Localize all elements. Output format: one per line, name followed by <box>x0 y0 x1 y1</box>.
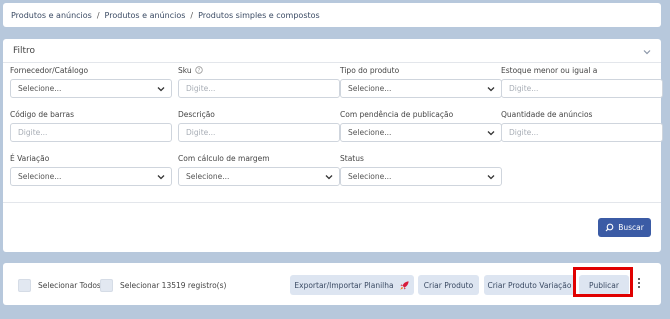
select-value: Selecione... <box>348 128 392 137</box>
create-product-label: Criar Produto <box>423 280 474 290</box>
field-label: Tipo do produto <box>340 65 400 75</box>
status-select[interactable]: Selecione... <box>340 167 502 186</box>
filter-panel: Filtro Fornecedor/Catálogo Selecione... … <box>3 39 663 252</box>
codigo-barras-input[interactable]: Digite... <box>10 123 172 142</box>
field-estoque: Estoque menor ou igual a Digite... <box>501 65 663 98</box>
field-pendencia: Com pendência de publicação Selecione... <box>340 109 502 142</box>
field-calculo-margem: Com cálculo de margem Selecione... <box>178 153 340 186</box>
search-icon <box>605 223 614 232</box>
filter-title: Filtro <box>13 46 36 56</box>
descricao-input[interactable]: Digite... <box>178 123 340 142</box>
input-placeholder: Digite... <box>509 84 539 93</box>
input-placeholder: Digite... <box>186 128 216 137</box>
select-all-checkbox[interactable] <box>18 279 31 292</box>
field-label: Estoque menor ou igual a <box>501 65 598 75</box>
select-value: Selecione... <box>18 172 62 181</box>
select-records-control[interactable]: Selecionar 13519 registro(s) <box>100 279 226 292</box>
select-value: Selecione... <box>18 84 62 93</box>
field-label: Descrição <box>178 109 215 119</box>
field-status: Status Selecione... <box>340 153 502 186</box>
svg-text:?: ? <box>197 68 200 74</box>
breadcrumb-separator: / <box>190 10 194 20</box>
filter-footer-divider <box>3 202 661 203</box>
field-tipo-produto: Tipo do produto Selecione... <box>340 65 502 98</box>
chevron-down-icon <box>157 174 165 179</box>
create-variation-button[interactable]: Criar Produto Variação <box>484 275 575 295</box>
select-value: Selecione... <box>348 172 392 181</box>
field-label: Com pendência de publicação <box>340 109 454 119</box>
breadcrumb: Produtos e anúncios / Produtos e anúncio… <box>3 3 661 27</box>
pendencia-select[interactable]: Selecione... <box>340 123 502 142</box>
create-product-button[interactable]: Criar Produto <box>418 275 479 295</box>
chevron-down-icon <box>487 130 495 135</box>
fornecedor-select[interactable]: Selecione... <box>10 79 172 98</box>
select-records-checkbox[interactable] <box>100 279 113 292</box>
input-placeholder: Digite... <box>509 128 539 137</box>
calculo-margem-select[interactable]: Selecione... <box>178 167 340 186</box>
field-label: Fornecedor/Catálogo <box>10 65 89 75</box>
field-label: Sku ? <box>178 65 340 75</box>
breadcrumb-item-1[interactable]: Produtos e anúncios <box>11 11 92 20</box>
field-label: Com cálculo de margem <box>178 153 270 163</box>
field-quantidade-anuncios: Quantidade de anúncios Digite... <box>501 109 663 142</box>
field-label: É Variação <box>10 153 50 163</box>
filter-divider <box>3 62 661 63</box>
chevron-down-icon <box>157 86 165 91</box>
field-sku: Sku ? Digite... <box>178 65 340 98</box>
field-label: Código de barras <box>10 109 75 119</box>
input-placeholder: Digite... <box>18 128 48 137</box>
actions-bar: Selecionar Todos Selecionar 13519 regist… <box>3 263 661 305</box>
select-value: Selecione... <box>186 172 230 181</box>
input-placeholder: Digite... <box>186 84 216 93</box>
create-variation-label: Criar Produto Variação <box>487 280 572 290</box>
select-records-label: Selecionar 13519 registro(s) <box>120 281 227 290</box>
search-button-label: Buscar <box>618 223 644 232</box>
field-fornecedor: Fornecedor/Catálogo Selecione... <box>10 65 172 98</box>
field-label: Quantidade de anúncios <box>501 109 593 119</box>
breadcrumb-item-2[interactable]: Produtos e anúncios <box>105 11 186 20</box>
export-import-button[interactable]: Exportar/Importar Planilha <box>290 275 414 295</box>
rocket-icon <box>399 280 409 290</box>
select-all-control[interactable]: Selecionar Todos <box>18 279 101 292</box>
field-label: Status <box>340 153 364 163</box>
search-button[interactable]: Buscar <box>598 218 651 237</box>
sku-input[interactable]: Digite... <box>178 79 340 98</box>
more-options-icon[interactable] <box>636 274 642 291</box>
field-codigo-barras: Código de barras Digite... <box>10 109 172 142</box>
sku-label: Sku <box>178 65 192 75</box>
tipo-produto-select[interactable]: Selecione... <box>340 79 502 98</box>
chevron-down-icon[interactable] <box>641 46 653 58</box>
breadcrumb-item-3: Produtos simples e compostos <box>198 10 320 20</box>
chevron-down-icon <box>487 86 495 91</box>
info-icon[interactable]: ? <box>194 66 203 74</box>
breadcrumb-separator: / <box>96 10 100 20</box>
estoque-input[interactable]: Digite... <box>501 79 663 98</box>
select-value: Selecione... <box>348 84 392 93</box>
variacao-select[interactable]: Selecione... <box>10 167 172 186</box>
field-variacao: É Variação Selecione... <box>10 153 172 186</box>
chevron-down-icon <box>325 174 333 179</box>
field-descricao: Descrição Digite... <box>178 109 340 142</box>
export-import-label: Exportar/Importar Planilha <box>294 280 394 290</box>
select-all-label: Selecionar Todos <box>38 281 101 290</box>
chevron-down-icon <box>487 174 495 179</box>
publish-highlight-box <box>573 267 633 297</box>
quantidade-anuncios-input[interactable]: Digite... <box>501 123 663 142</box>
